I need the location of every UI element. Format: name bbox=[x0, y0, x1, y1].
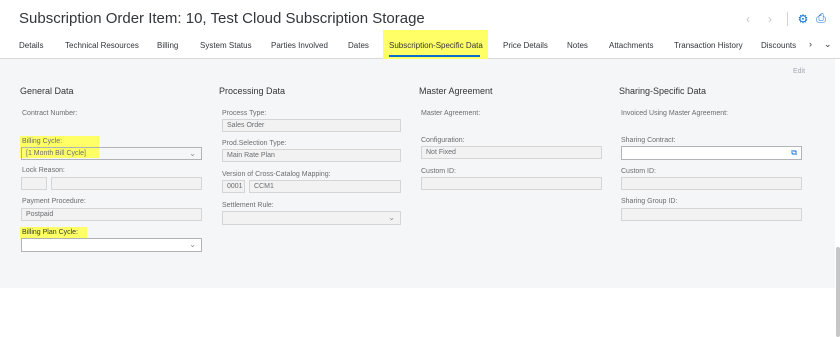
sharing-contract-label: Sharing Contract: bbox=[621, 137, 676, 144]
page-title: Subscription Order Item: 10, Test Cloud … bbox=[19, 10, 425, 27]
lock-reason-label: Lock Reason: bbox=[22, 167, 65, 174]
process-type-label: Process Type: bbox=[222, 110, 267, 117]
configuration-field: Not Fixed bbox=[421, 146, 602, 159]
settings-icon[interactable]: ⚙ bbox=[794, 12, 812, 26]
chevron-down-icon: ⌄ bbox=[189, 149, 196, 158]
custom-id-label: Custom ID: bbox=[421, 168, 457, 175]
sharing-group-id-label: Sharing Group ID: bbox=[621, 198, 678, 205]
billing-plan-cycle-label: Billing Plan Cycle: bbox=[22, 229, 79, 236]
cross-catalog-version-field: 0001 bbox=[222, 180, 245, 193]
invoiced-using-master-agreement-label: Invoiced Using Master Agreement: bbox=[621, 110, 728, 117]
configuration-label: Configuration: bbox=[421, 137, 465, 144]
sharing-specific-data-title: Sharing-Specific Data bbox=[619, 86, 707, 96]
chevron-left-icon[interactable]: ‹ bbox=[737, 12, 759, 26]
tab-scroll-right-icon[interactable]: › bbox=[809, 39, 812, 49]
chevron-down-icon: ⌄ bbox=[388, 213, 395, 222]
tab-billing[interactable]: Billing bbox=[157, 41, 178, 50]
tab-transaction-history[interactable]: Transaction History bbox=[674, 41, 743, 50]
scrollbar-thumb[interactable] bbox=[836, 247, 840, 337]
tab-content bbox=[0, 59, 835, 288]
process-type-field: Sales Order bbox=[222, 119, 401, 132]
value-help-icon[interactable]: ⧉ bbox=[791, 147, 797, 158]
tab-technical-resources[interactable]: Technical Resources bbox=[65, 41, 139, 50]
master-agreement-title: Master Agreement bbox=[419, 86, 493, 96]
settlement-rule-select: ⌄ bbox=[222, 211, 401, 225]
prod-selection-type-label: Prod.Selection Type: bbox=[222, 140, 287, 147]
sharing-group-id-field bbox=[621, 208, 802, 221]
tab-price-details[interactable]: Price Details bbox=[503, 41, 548, 50]
cross-catalog-code-field: CCM1 bbox=[249, 180, 401, 193]
contract-number-label: Contract Number: bbox=[22, 110, 78, 117]
header-divider bbox=[787, 11, 788, 26]
scrollbar[interactable] bbox=[835, 59, 840, 337]
tab-attachments[interactable]: Attachments bbox=[609, 41, 653, 50]
master-agreement-label: Master Agreement: bbox=[421, 110, 481, 117]
payment-procedure-field: Postpaid bbox=[21, 208, 202, 221]
sharing-custom-id-field bbox=[621, 177, 802, 190]
tab-notes[interactable]: Notes bbox=[567, 41, 588, 50]
active-tab-indicator bbox=[389, 55, 480, 57]
tab-parties-involved[interactable]: Parties Involved bbox=[271, 41, 328, 50]
payment-procedure-label: Payment Procedure: bbox=[22, 198, 86, 205]
settlement-rule-label: Settlement Rule: bbox=[222, 202, 274, 209]
tab-system-status[interactable]: System Status bbox=[200, 41, 252, 50]
tab-details[interactable]: Details bbox=[19, 41, 43, 50]
sharing-custom-id-label: Custom ID: bbox=[621, 168, 657, 175]
lock-reason-code-field bbox=[21, 177, 47, 190]
header-actions: ‹ › ⚙ ⎙ bbox=[737, 11, 830, 26]
chevron-down-icon: ⌄ bbox=[189, 240, 196, 249]
cross-catalog-mapping-label: Version of Cross-Catalog Mapping: bbox=[222, 171, 331, 178]
tab-discounts[interactable]: Discounts bbox=[761, 41, 796, 50]
general-data-title: General Data bbox=[20, 86, 74, 96]
edit-button[interactable]: Edit bbox=[793, 68, 805, 75]
tab-dates[interactable]: Dates bbox=[348, 41, 369, 50]
billing-cycle-value: [1 Month Bill Cycle] bbox=[26, 150, 86, 157]
prod-selection-type-field: Main Rate Plan bbox=[222, 149, 401, 162]
billing-cycle-label: Billing Cycle: bbox=[22, 138, 63, 145]
custom-id-field bbox=[421, 177, 602, 190]
processing-data-title: Processing Data bbox=[219, 86, 286, 96]
tab-overflow-icon[interactable]: ⌄ bbox=[824, 39, 832, 50]
lock-reason-text-field bbox=[51, 177, 202, 190]
billing-plan-cycle-select[interactable]: ⌄ bbox=[21, 238, 202, 252]
billing-cycle-select[interactable]: [1 Month Bill Cycle] ⌄ bbox=[21, 147, 202, 160]
tab-subscription-specific-data[interactable]: Subscription-Specific Data bbox=[389, 41, 483, 50]
chevron-right-icon[interactable]: › bbox=[759, 12, 781, 26]
sharing-contract-input[interactable]: ⧉ bbox=[621, 146, 802, 160]
print-icon[interactable]: ⎙ bbox=[812, 11, 830, 26]
